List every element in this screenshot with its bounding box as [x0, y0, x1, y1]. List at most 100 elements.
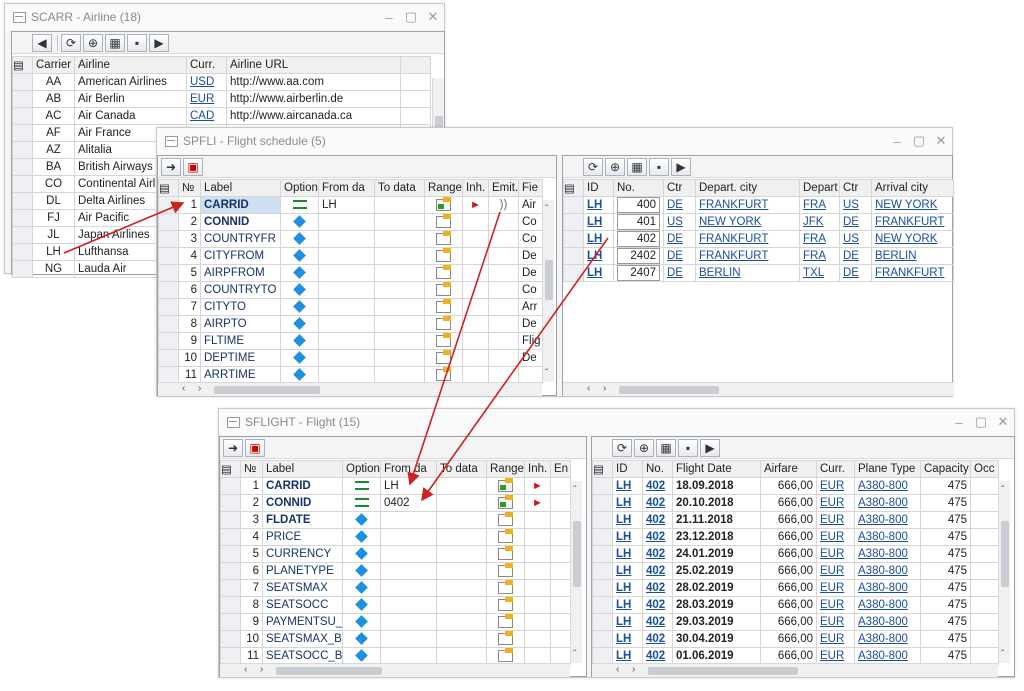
column-header[interactable]: №: [240, 460, 263, 478]
row-header[interactable]: [12, 209, 33, 227]
cell-link[interactable]: FRA: [803, 199, 826, 211]
row-header[interactable]: [12, 243, 33, 261]
cell-link[interactable]: 402: [646, 582, 665, 594]
to-value-cell[interactable]: [374, 196, 425, 214]
inherit-cell[interactable]: [462, 366, 489, 384]
cell-link[interactable]: FRA: [803, 233, 826, 245]
globe-icon[interactable]: ⊕: [83, 33, 103, 52]
range-cell[interactable]: [486, 528, 525, 546]
layout-icon[interactable]: ▦: [627, 157, 647, 176]
grid-settings-icon[interactable]: ▤: [592, 460, 613, 478]
range-cell[interactable]: [486, 477, 525, 495]
to-value-cell[interactable]: [374, 298, 425, 316]
option-cell[interactable]: [280, 281, 319, 299]
param-row[interactable]: 6 PLANETYPE: [220, 562, 571, 580]
option-cell[interactable]: [280, 230, 319, 248]
cell-link[interactable]: LH: [587, 199, 602, 211]
cell-link[interactable]: JFK: [803, 216, 823, 228]
column-header[interactable]: ID: [583, 179, 614, 197]
equals-option-icon[interactable]: [354, 481, 369, 491]
maximize-icon[interactable]: ▢: [400, 9, 422, 25]
minimize-icon[interactable]: ‒: [948, 415, 970, 430]
option-diamond-icon[interactable]: [355, 598, 368, 612]
param-row[interactable]: 9 FLTIME Flig: [158, 332, 543, 350]
param-row[interactable]: 6 COUNTRYTO Co: [158, 281, 543, 299]
option-diamond-icon[interactable]: [355, 547, 368, 561]
column-header[interactable]: Label: [262, 460, 343, 478]
cell-link[interactable]: US: [843, 233, 859, 245]
range-cell[interactable]: [486, 545, 525, 563]
option-cell[interactable]: [280, 366, 319, 384]
flight-row[interactable]: LH 402 21.11.2018 666,00 EUR A380-800 475: [592, 511, 999, 529]
cell-link[interactable]: LH: [616, 650, 631, 662]
row-header[interactable]: [220, 630, 241, 648]
option-cell[interactable]: [342, 613, 381, 631]
depart-airport[interactable]: JFK: [799, 213, 840, 231]
carrier-row[interactable]: AA American Airlines USD http://www.aa.com: [12, 73, 431, 91]
currency[interactable]: EUR: [816, 630, 855, 648]
from-value-cell[interactable]: [318, 332, 375, 350]
range-icon[interactable]: [436, 282, 451, 296]
option-cell[interactable]: [280, 264, 319, 282]
depart-city[interactable]: FRANKFURT: [695, 247, 800, 265]
option-diamond-icon[interactable]: [355, 581, 368, 595]
country-to[interactable]: US: [839, 196, 872, 214]
to-value-cell[interactable]: [436, 545, 487, 563]
column-header[interactable]: Range: [486, 460, 525, 478]
cell-link[interactable]: FRANKFURT: [875, 267, 944, 279]
plane-type[interactable]: A380-800: [854, 613, 921, 631]
to-value-cell[interactable]: [374, 281, 425, 299]
param-row[interactable]: 8 SEATSOCC: [220, 596, 571, 614]
equals-option-icon[interactable]: [292, 200, 307, 210]
option-cell[interactable]: [280, 298, 319, 316]
option-cell[interactable]: [342, 647, 381, 665]
refresh-icon[interactable]: ⟳: [612, 438, 632, 457]
column-header[interactable]: Plane Type: [854, 460, 921, 478]
column-header[interactable]: Airfare: [760, 460, 817, 478]
range-icon[interactable]: [498, 580, 513, 594]
currency-text[interactable]: CAD: [190, 110, 214, 122]
plane-type[interactable]: A380-800: [854, 630, 921, 648]
to-value-cell[interactable]: [374, 349, 425, 367]
range-icon[interactable]: [498, 631, 513, 645]
param-row[interactable]: 2 CONNID 0402 ►: [220, 494, 571, 512]
range-cell[interactable]: [424, 281, 463, 299]
inherit-cell[interactable]: ►: [462, 196, 489, 214]
emit-cell[interactable]: )): [488, 196, 519, 214]
row-header[interactable]: [220, 647, 241, 665]
from-value-cell[interactable]: [380, 630, 437, 648]
cell-link[interactable]: 402: [646, 616, 665, 628]
row-header[interactable]: [12, 141, 33, 159]
column-header[interactable]: Option: [342, 460, 381, 478]
cell-link[interactable]: 402: [646, 650, 665, 662]
column-header[interactable]: Ctr: [663, 179, 696, 197]
close-icon[interactable]: ✕: [422, 9, 444, 25]
from-value-cell[interactable]: [318, 315, 375, 333]
cell-link[interactable]: EUR: [820, 514, 844, 526]
column-header[interactable]: Curr.: [816, 460, 855, 478]
flight-row[interactable]: LH 402 18.09.2018 666,00 EUR A380-800 475: [592, 477, 999, 495]
row-header[interactable]: [158, 264, 179, 282]
currency-link[interactable]: USD: [186, 73, 227, 91]
currency-link[interactable]: CAD: [186, 107, 227, 125]
cell-link[interactable]: EUR: [820, 565, 844, 577]
row-header[interactable]: [12, 175, 33, 193]
currency[interactable]: EUR: [816, 579, 855, 597]
from-value-cell[interactable]: [380, 511, 437, 529]
to-value-cell[interactable]: [436, 596, 487, 614]
emit-cell[interactable]: [488, 332, 519, 350]
schedule-row[interactable]: LH 401 US NEW YORK JFK DE FRANKFURT: [563, 213, 954, 231]
to-value-cell[interactable]: [436, 494, 487, 512]
row-header[interactable]: [563, 196, 584, 214]
row-header[interactable]: [158, 366, 179, 384]
option-diamond-icon[interactable]: [355, 632, 368, 646]
cell-link[interactable]: A380-800: [858, 650, 908, 662]
cell-link[interactable]: A380-800: [858, 548, 908, 560]
option-diamond-icon[interactable]: [355, 530, 368, 544]
option-diamond-icon[interactable]: [293, 249, 306, 263]
cell-link[interactable]: DE: [843, 250, 859, 262]
cell-link[interactable]: A380-800: [858, 565, 908, 577]
option-diamond-icon[interactable]: [293, 334, 306, 348]
carrier-row[interactable]: AC Air Canada CAD http://www.aircanada.ca: [12, 107, 431, 125]
inherit-flag-icon[interactable]: ►: [532, 497, 543, 509]
